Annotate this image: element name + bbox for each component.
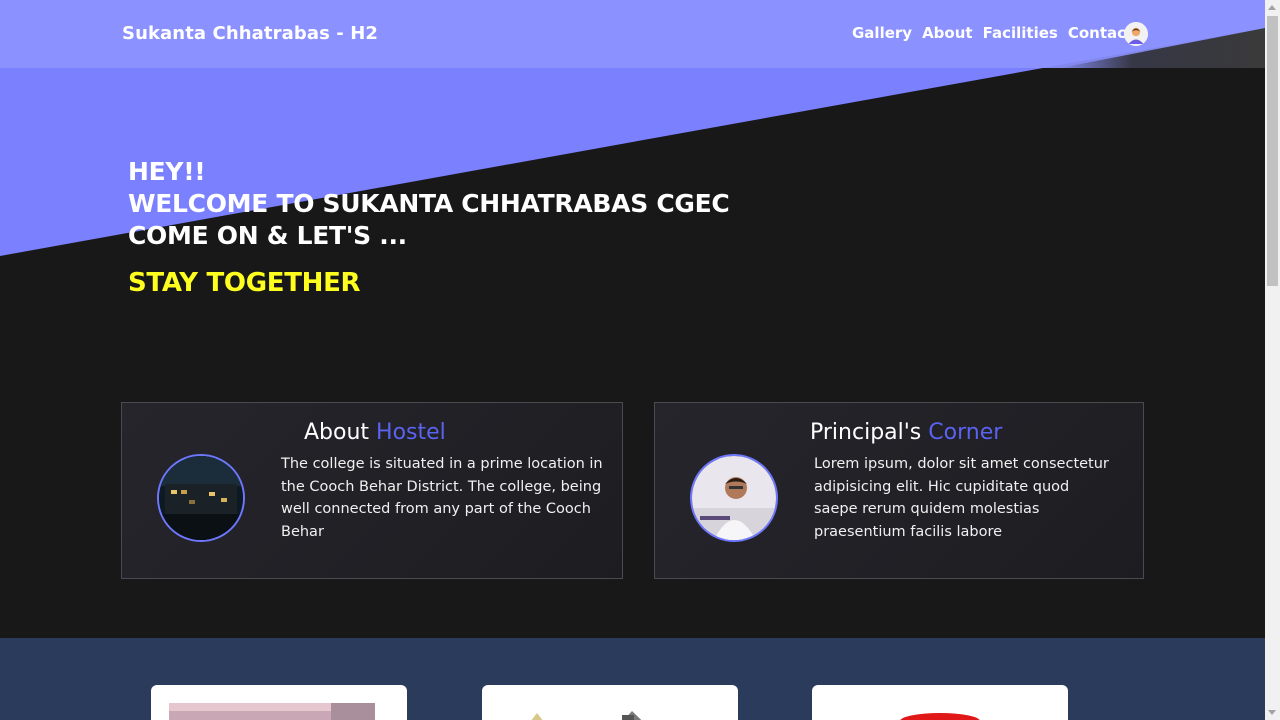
nav-link-gallery[interactable]: Gallery — [852, 24, 912, 42]
about-card-text: The college is situated in a prime locat… — [281, 456, 603, 541]
facility-card[interactable] — [812, 685, 1068, 720]
principal-title-highlight: Corner — [928, 420, 1003, 445]
scroll-down-icon[interactable] — [1268, 710, 1276, 715]
facilities-band — [0, 638, 1265, 720]
page-scrollbar[interactable] — [1265, 0, 1280, 720]
facility-card[interactable] — [482, 685, 738, 720]
hero-line-welcome: WELCOME TO SUKANTA CHHATRABAS CGEC — [128, 189, 730, 218]
hero-heading: HEY!! WELCOME TO SUKANTA CHHATRABAS CGEC… — [128, 156, 730, 252]
principal-card-text: Lorem ipsum, dolor sit amet consectetur … — [814, 456, 1109, 541]
page: Sukanta Chhatrabas - H2 Gallery About Fa… — [0, 0, 1265, 720]
brand-title[interactable]: Sukanta Chhatrabas - H2 — [122, 23, 378, 44]
user-avatar-icon[interactable] — [1124, 22, 1148, 46]
nav-link-about[interactable]: About — [922, 24, 973, 42]
hero-line-greeting: HEY!! — [128, 157, 206, 186]
facility-card[interactable] — [151, 685, 407, 720]
principal-corner-card: Principal's Corner Lorem ipsum, dolor si… — [654, 402, 1144, 579]
navbar: Sukanta Chhatrabas - H2 Gallery About Fa… — [0, 0, 1265, 68]
hostel-photo — [157, 454, 245, 542]
about-hostel-card: About Hostel The college is situated in … — [121, 402, 623, 579]
scroll-up-icon[interactable] — [1268, 5, 1276, 10]
about-title-plain: About — [304, 420, 370, 445]
principal-title-plain: Principal's — [810, 420, 922, 445]
nav-diagonal-shadow — [1060, 28, 1265, 68]
about-card-title: About Hostel — [304, 420, 446, 445]
hero-line-come-on: COME ON & LET'S ... — [128, 221, 407, 250]
principal-card-title: Principal's Corner — [810, 420, 1002, 445]
hero-accent-text: STAY TOGETHER — [128, 268, 361, 298]
principal-photo — [690, 454, 778, 542]
scroll-thumb[interactable] — [1267, 16, 1278, 286]
about-title-highlight: Hostel — [376, 420, 446, 445]
